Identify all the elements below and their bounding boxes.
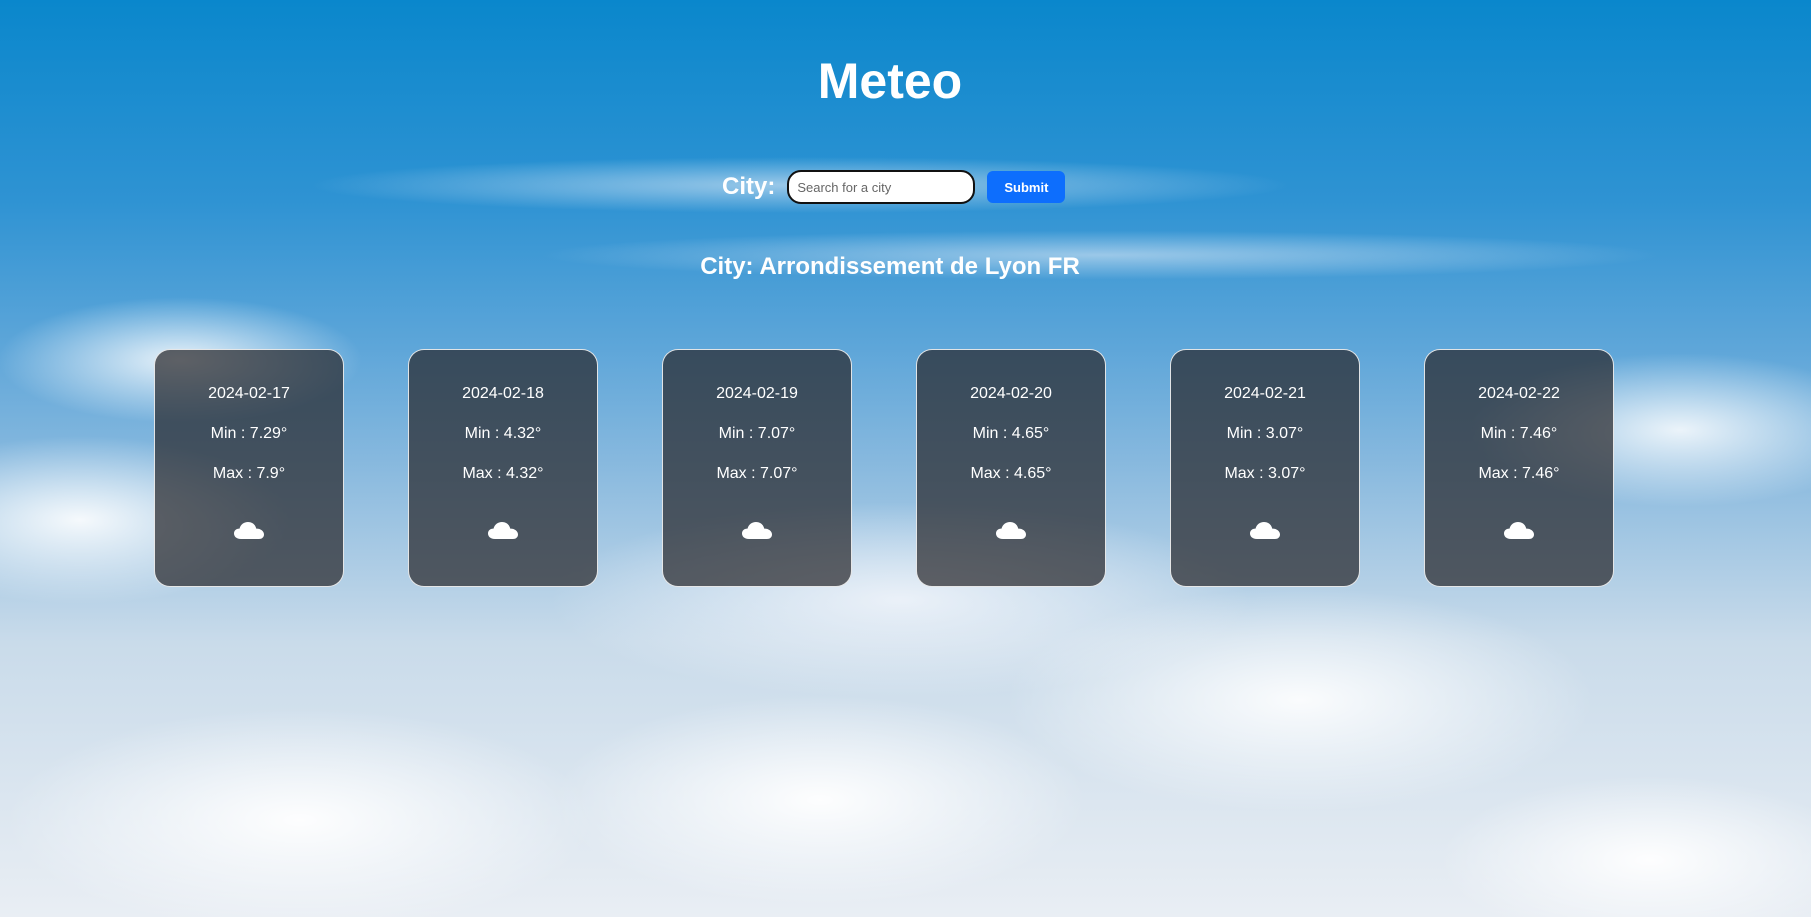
forecast-card: 2024-02-19 Min : 7.07° Max : 7.07° bbox=[662, 349, 852, 587]
forecast-max: Max : 4.32° bbox=[462, 465, 544, 482]
cloud-icon bbox=[996, 522, 1026, 539]
cloud-icon bbox=[234, 522, 264, 539]
forecast-card: 2024-02-17 Min : 7.29° Max : 7.9° bbox=[154, 349, 344, 587]
forecast-min: Min : 4.32° bbox=[464, 425, 542, 442]
city-result-heading: City: Arrondissement de Lyon FR bbox=[700, 253, 1080, 280]
forecast-date: 2024-02-22 bbox=[1478, 385, 1560, 402]
forecast-date: 2024-02-18 bbox=[462, 385, 544, 402]
page-title: Meteo bbox=[817, 53, 963, 109]
cloud-icon bbox=[1250, 522, 1280, 539]
forecast-date: 2024-02-21 bbox=[1224, 385, 1306, 402]
forecast-date: 2024-02-19 bbox=[716, 385, 798, 402]
forecast-card: 2024-02-21 Min : 3.07° Max : 3.07° bbox=[1170, 349, 1360, 587]
forecast-max: Max : 7.07° bbox=[716, 465, 798, 482]
forecast-max: Max : 7.46° bbox=[1478, 465, 1560, 482]
cloud-icon bbox=[1504, 522, 1534, 539]
forecast-min: Min : 3.07° bbox=[1226, 425, 1304, 442]
forecast-max: Max : 7.9° bbox=[212, 465, 286, 482]
cloud-icon bbox=[742, 522, 772, 539]
forecast-min: Min : 7.46° bbox=[1480, 425, 1558, 442]
search-form: City: Submit bbox=[722, 170, 1066, 204]
forecast-card: 2024-02-20 Min : 4.65° Max : 4.65° bbox=[916, 349, 1106, 587]
forecast-min: Min : 7.07° bbox=[718, 425, 796, 442]
city-label: City: bbox=[722, 173, 776, 200]
forecast-date: 2024-02-20 bbox=[970, 385, 1052, 402]
forecast-card: 2024-02-18 Min : 4.32° Max : 4.32° bbox=[408, 349, 598, 587]
forecast-min: Min : 7.29° bbox=[210, 425, 288, 442]
search-input[interactable] bbox=[787, 170, 976, 204]
forecast-date: 2024-02-17 bbox=[208, 385, 290, 402]
forecast-max: Max : 4.65° bbox=[970, 465, 1052, 482]
forecast-card: 2024-02-22 Min : 7.46° Max : 7.46° bbox=[1424, 349, 1614, 587]
submit-button[interactable]: Submit bbox=[987, 171, 1066, 203]
cloud-icon bbox=[488, 522, 518, 539]
forecast-list: 2024-02-17 Min : 7.29° Max : 7.9° 2024-0… bbox=[154, 349, 1614, 587]
forecast-min: Min : 4.65° bbox=[972, 425, 1050, 442]
page-background: Meteo City: Submit City: Arrondissement … bbox=[0, 0, 1811, 917]
forecast-max: Max : 3.07° bbox=[1224, 465, 1306, 482]
